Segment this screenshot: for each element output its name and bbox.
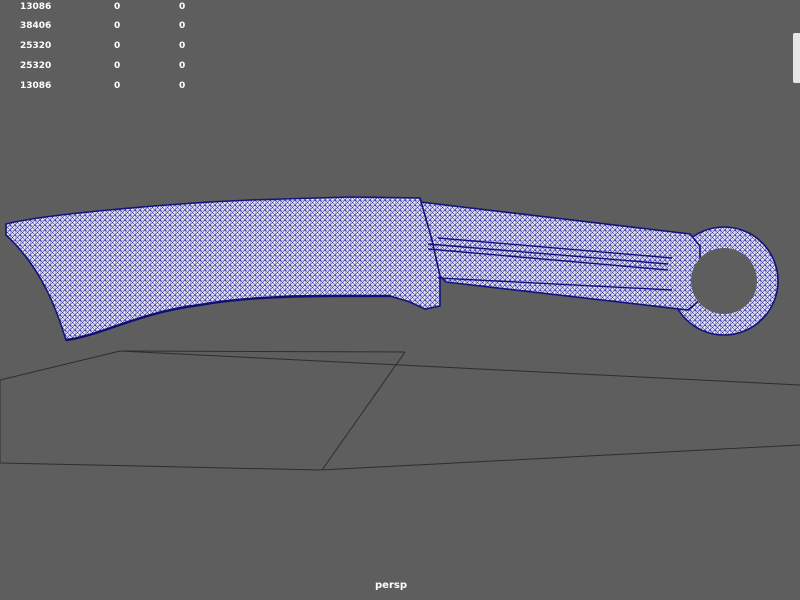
hud-value-a: 0 [114, 81, 121, 91]
hud-row: 25320 0 0 [0, 59, 200, 73]
hud-value-b: 0 [179, 21, 186, 31]
hud-value: 38406 [20, 21, 52, 31]
camera-name-label: persp [375, 580, 407, 591]
hud-value-b: 0 [179, 2, 186, 12]
hud-value-a: 0 [114, 21, 121, 31]
hud-value-b: 0 [179, 81, 186, 91]
hud-value: 13086 [20, 2, 52, 12]
hud-value: 13086 [20, 81, 52, 91]
hud-value-a: 0 [114, 2, 121, 12]
hud-value: 25320 [20, 61, 52, 71]
knife-model[interactable] [5, 196, 779, 342]
hud-value-a: 0 [114, 41, 121, 51]
hud-row: 25320 0 0 [0, 39, 200, 53]
hud-value: 25320 [20, 41, 52, 51]
hud-row: 13086 0 0 [0, 0, 200, 14]
viewport-scroll-tab[interactable] [793, 33, 800, 83]
hud-value-b: 0 [179, 61, 186, 71]
hud-value-a: 0 [114, 61, 121, 71]
hud-value-b: 0 [179, 41, 186, 51]
hud-row: 38406 0 0 [0, 19, 200, 33]
hud-row: 13086 0 0 [0, 79, 200, 93]
ground-grid [0, 350, 800, 471]
